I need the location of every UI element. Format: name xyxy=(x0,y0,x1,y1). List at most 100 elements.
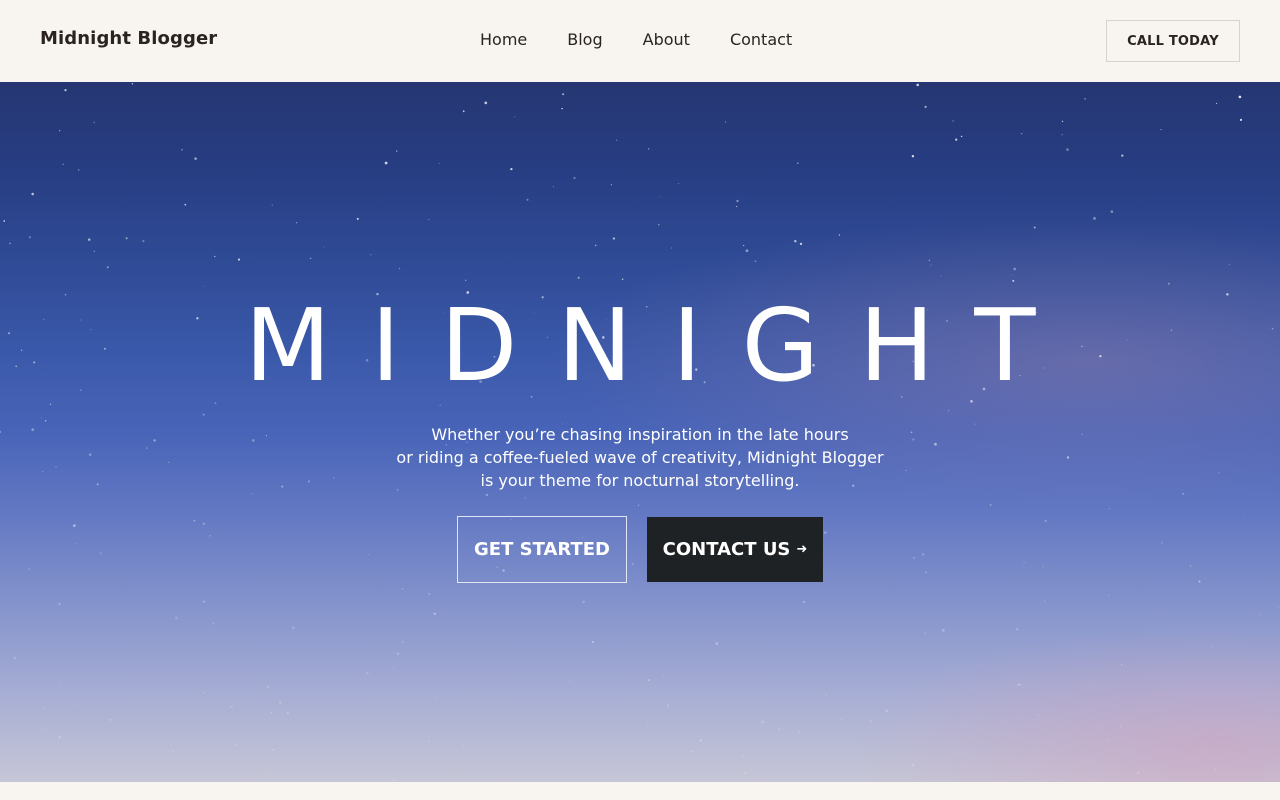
star-dot xyxy=(251,493,253,495)
star-dot xyxy=(869,720,872,723)
star-dot xyxy=(823,531,827,534)
star-dot xyxy=(974,423,976,425)
star-dot xyxy=(940,275,942,277)
star-dot xyxy=(252,439,255,442)
arrow-right-icon: ➜ xyxy=(796,542,808,557)
star-dot xyxy=(1191,724,1193,726)
star-dot xyxy=(924,632,926,635)
contact-us-button[interactable]: CONTACT US ➜ xyxy=(647,517,823,582)
star-dot xyxy=(916,83,920,87)
star-dot xyxy=(526,198,529,201)
star-dot xyxy=(856,492,858,494)
star-dot xyxy=(428,740,430,743)
star-dot xyxy=(292,626,295,630)
star-dot xyxy=(1238,95,1242,99)
star-dot xyxy=(1011,274,1013,276)
nav-blog[interactable]: Blog xyxy=(567,30,602,49)
star-dot xyxy=(524,497,526,499)
main-nav: Home Blog About Contact xyxy=(480,30,832,49)
star-dot xyxy=(928,259,931,262)
star-dot xyxy=(722,747,724,749)
contact-us-label: CONTACT US xyxy=(662,539,791,560)
star-dot xyxy=(659,196,661,198)
star-dot xyxy=(203,692,205,694)
star-dot xyxy=(59,130,61,132)
nav-home[interactable]: Home xyxy=(480,30,527,49)
star-dot xyxy=(1012,279,1015,282)
star-dot xyxy=(202,600,205,603)
star-dot xyxy=(323,246,325,248)
star-dot xyxy=(1243,513,1244,515)
star-dot xyxy=(1189,565,1192,567)
page-bottom-strip xyxy=(0,782,1280,800)
star-dot xyxy=(833,494,834,496)
star-dot xyxy=(378,771,380,773)
star-dot xyxy=(427,604,429,605)
star-dot xyxy=(76,704,79,707)
star-dot xyxy=(270,711,273,714)
star-dot xyxy=(1021,133,1023,135)
star-dot xyxy=(752,410,754,412)
hero-description-line: or riding a coffee-fueled wave of creati… xyxy=(396,448,884,467)
star-dot xyxy=(1061,134,1063,136)
star-dot xyxy=(1013,267,1017,271)
star-dot xyxy=(209,535,211,537)
star-dot xyxy=(930,264,932,266)
star-dot xyxy=(1066,456,1070,459)
star-dot xyxy=(1137,771,1140,775)
star-dot xyxy=(648,148,650,150)
star-dot xyxy=(942,628,945,632)
star-dot xyxy=(742,754,745,757)
star-dot xyxy=(58,603,61,606)
star-dot xyxy=(1239,118,1243,121)
star-dot xyxy=(234,743,237,745)
star-dot xyxy=(428,592,431,595)
star-dot xyxy=(737,699,739,701)
star-dot xyxy=(658,224,660,226)
star-dot xyxy=(952,120,954,122)
star-dot xyxy=(1017,683,1019,686)
star-dot xyxy=(1218,472,1220,474)
star-dot xyxy=(1084,98,1086,100)
star-dot xyxy=(1066,148,1069,151)
star-dot xyxy=(1098,725,1101,728)
star-dot xyxy=(266,770,268,772)
star-dot xyxy=(797,730,801,733)
star-dot xyxy=(1002,721,1004,723)
star-dot xyxy=(1016,628,1019,631)
star-dot xyxy=(725,121,727,123)
star-dot xyxy=(989,504,992,506)
hero-section: MIDNIGHT Whether you’re chasing inspirat… xyxy=(0,82,1280,782)
nav-about[interactable]: About xyxy=(643,30,690,49)
star-dot xyxy=(616,139,618,141)
star-dot xyxy=(296,222,298,224)
star-dot xyxy=(841,718,843,720)
site-title[interactable]: Midnight Blogger xyxy=(40,28,217,49)
star-dot xyxy=(279,701,282,704)
star-dot xyxy=(736,206,738,208)
star-dot xyxy=(715,642,719,645)
star-dot xyxy=(704,506,706,507)
star-dot xyxy=(1120,664,1123,666)
star-dot xyxy=(667,704,670,707)
star-dot xyxy=(58,736,61,739)
star-dot xyxy=(237,258,241,261)
star-dot xyxy=(266,685,270,689)
star-dot xyxy=(230,705,232,708)
star-dot xyxy=(924,571,928,574)
star-dot xyxy=(797,162,799,164)
star-dot xyxy=(231,705,234,708)
star-dot xyxy=(214,255,216,258)
get-started-button[interactable]: GET STARTED xyxy=(457,516,627,583)
star-dot xyxy=(271,204,273,206)
star-dot xyxy=(818,680,820,682)
star-dot xyxy=(435,699,438,702)
star-dot xyxy=(64,88,67,92)
star-dot xyxy=(398,267,401,270)
star-dot xyxy=(175,616,178,619)
call-today-button[interactable]: CALL TODAY xyxy=(1106,20,1240,62)
nav-contact[interactable]: Contact xyxy=(730,30,792,49)
star-dot xyxy=(286,711,289,715)
star-dot xyxy=(368,553,370,556)
star-dot xyxy=(743,244,745,247)
